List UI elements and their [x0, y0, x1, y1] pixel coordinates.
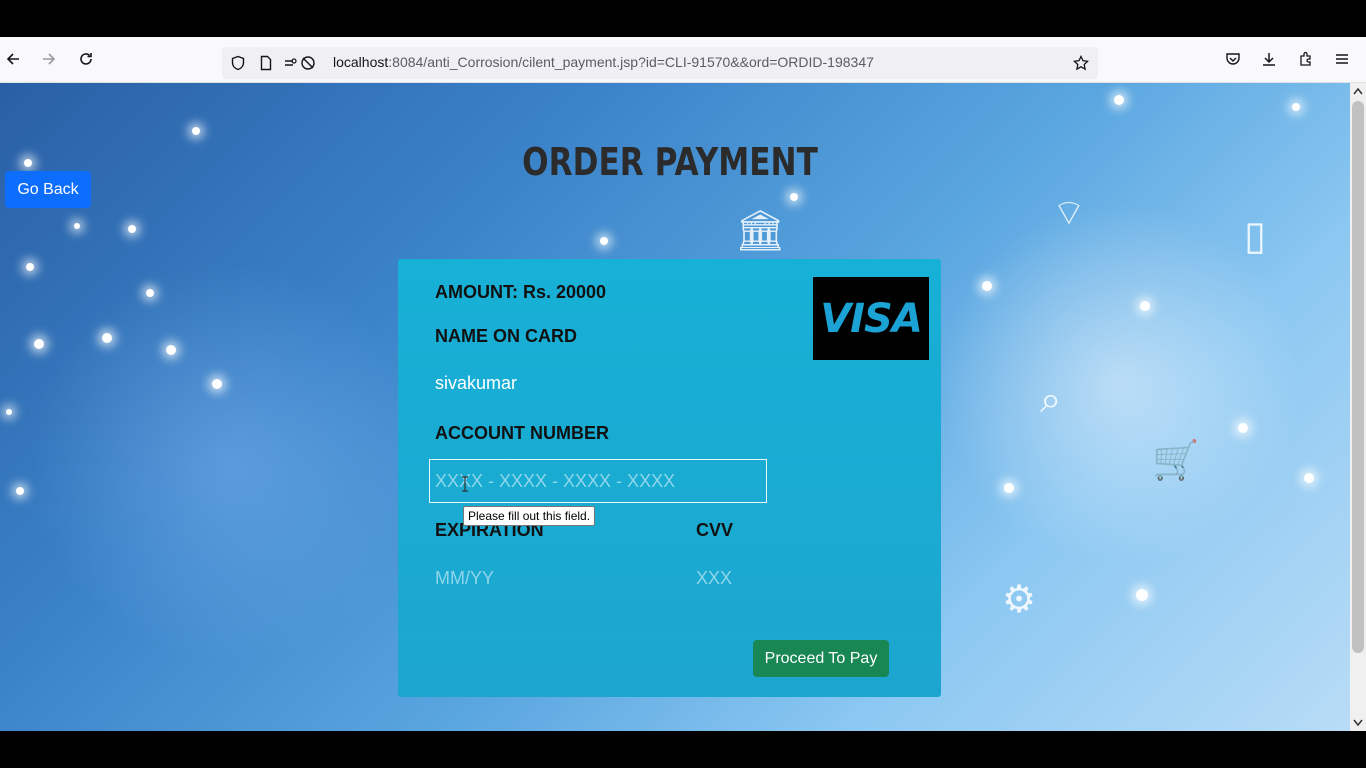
name-on-card-field[interactable]: sivakumar [435, 373, 517, 394]
network-node [982, 281, 992, 291]
validation-tooltip: Please fill out this field. [463, 506, 596, 526]
network-node [16, 487, 24, 495]
wifi-icon: ⌔ [1052, 192, 1086, 233]
network-node [1292, 103, 1300, 111]
network-node [74, 223, 80, 229]
extensions-icon[interactable] [1290, 43, 1322, 75]
visa-logo: VISA [813, 277, 929, 360]
network-node [1238, 423, 1248, 433]
bookmark-star-icon[interactable] [1065, 47, 1097, 79]
permissions-icon[interactable] [280, 47, 320, 79]
network-node [1140, 301, 1150, 311]
visa-logo-text: VISA [820, 295, 923, 342]
network-node [1004, 483, 1014, 493]
scroll-up-icon[interactable] [1352, 86, 1364, 96]
forward-button[interactable] [33, 43, 65, 75]
cvv-label: CVV [696, 520, 734, 540]
account-number-placeholder: XXXX - XXXX - XXXX - XXXX [435, 471, 676, 491]
back-arrow-icon [6, 53, 19, 65]
proceed-to-pay-button[interactable]: Proceed To Pay [753, 640, 889, 677]
back-button[interactable] [0, 43, 29, 75]
bank-icon: 🏛 [735, 209, 786, 253]
network-node [600, 237, 608, 245]
page-info-icon[interactable] [250, 47, 282, 79]
url-host: localhost [333, 54, 389, 70]
network-node [192, 127, 200, 135]
network-node [128, 225, 136, 233]
network-node [1304, 473, 1314, 483]
scrollbar-thumb[interactable] [1352, 101, 1364, 653]
network-node [24, 159, 32, 167]
network-node [212, 379, 222, 389]
network-node [1114, 95, 1124, 105]
forward-arrow-icon [43, 53, 56, 65]
scroll-down-icon[interactable] [1352, 718, 1364, 728]
network-node [102, 333, 112, 343]
search-icon: ⌕ [1040, 379, 1062, 421]
gear-icon: ⚙ [1002, 579, 1037, 621]
network-node [1136, 589, 1148, 601]
menu-icon[interactable] [1326, 43, 1358, 75]
network-node [34, 339, 44, 349]
network-node [166, 345, 176, 355]
reload-icon [80, 53, 92, 65]
reload-button[interactable] [70, 43, 102, 75]
expiration-input[interactable]: MM/YY [435, 568, 494, 589]
url-text[interactable]: localhost:8084/anti_Corrosion/cilent_pay… [333, 54, 874, 70]
network-node [790, 193, 798, 201]
network-node [146, 289, 154, 297]
page-title: ORDER PAYMENT [522, 140, 818, 184]
account-number-label: ACCOUNT NUMBER [435, 423, 609, 443]
cvv-input[interactable]: XXX [696, 568, 732, 589]
window-top-bar [0, 0, 1366, 37]
downloads-icon[interactable] [1253, 43, 1285, 75]
text-cursor-icon [462, 476, 468, 492]
cart-icon: 🛒 [1152, 440, 1200, 482]
url-path: :8084/anti_Corrosion/cilent_payment.jsp?… [388, 54, 874, 70]
window-bottom-bar [0, 731, 1366, 768]
network-node [6, 409, 12, 415]
tablet-icon: ▯ [1244, 214, 1267, 258]
go-back-button[interactable]: Go Back [5, 171, 91, 208]
amount-label: AMOUNT: Rs. 20000 [435, 282, 607, 302]
network-node [26, 263, 34, 271]
name-on-card-label: NAME ON CARD [435, 326, 577, 346]
pocket-icon[interactable] [1217, 43, 1249, 75]
